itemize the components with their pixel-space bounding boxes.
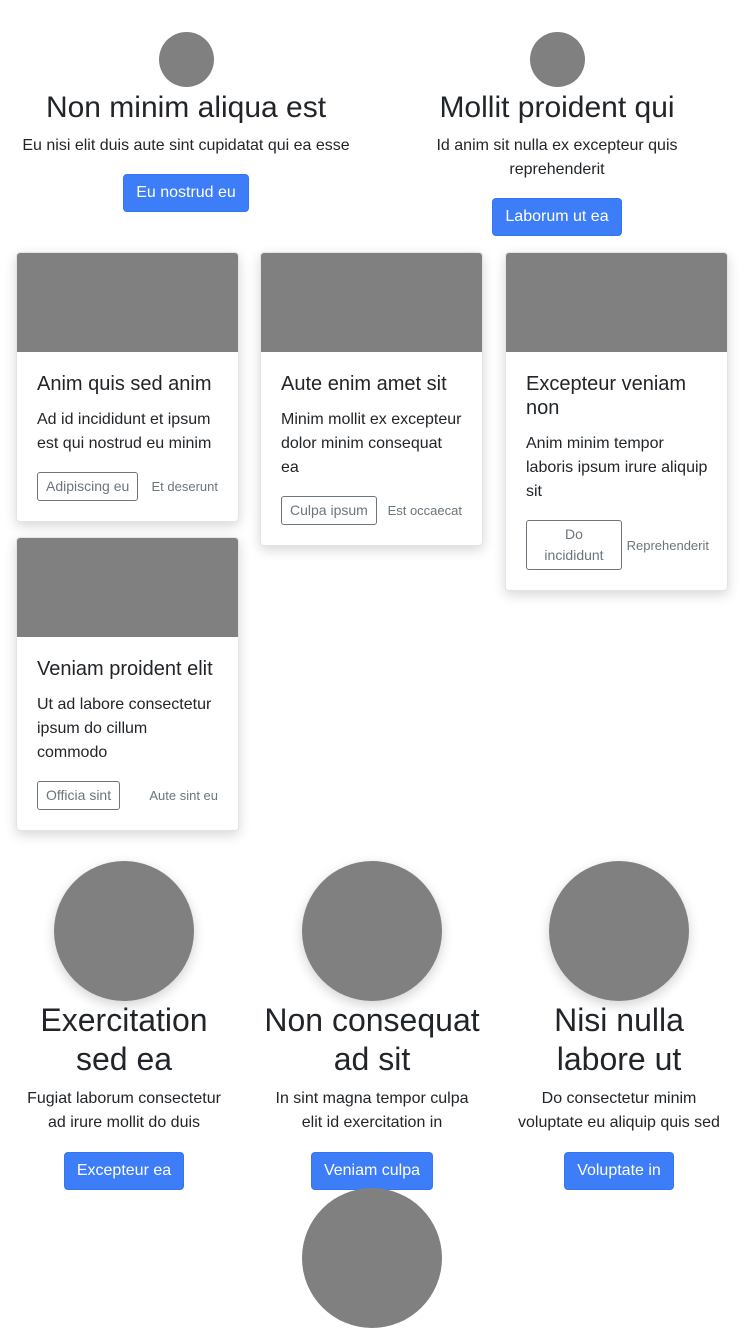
avatar: [54, 861, 194, 1001]
card-text: Ad id incididunt et ipsum est qui nostru…: [37, 411, 212, 452]
card-meta: Aute sint eu: [149, 788, 218, 803]
card: Excepteur veniam non Anim minim tempor l…: [505, 252, 728, 591]
card-meta: Reprehenderit: [626, 537, 709, 553]
card: Veniam proident elit Ut ad labore consec…: [16, 537, 239, 831]
avatar: [549, 861, 689, 1001]
feature-text: Eu nisi elit duis aute sint cupidatat qu…: [22, 137, 350, 154]
feature-block: Exercitation sed ea Fugiat laborum conse…: [0, 861, 248, 1190]
feature-button[interactable]: Laborum ut ea: [492, 198, 622, 236]
feature-button[interactable]: Voluptate in: [564, 1152, 674, 1190]
feature-text: Id anim sit nulla ex excepteur quis repr…: [436, 137, 678, 178]
feature-button[interactable]: Excepteur ea: [63, 1152, 185, 1190]
feature-block: Nisi nulla labore ut Do consectetur mini…: [495, 861, 743, 1190]
feature-title: Non minim aliqua est: [45, 91, 327, 124]
card-text: Ut ad labore consectetur ipsum do cillum…: [37, 696, 212, 761]
card-meta: Et deserunt: [151, 479, 219, 494]
feature-button[interactable]: Veniam culpa: [310, 1152, 434, 1190]
feature-block: Non consequat ad sit In sint magna tempo…: [248, 861, 496, 1190]
feature-text: Do consectetur minim voluptate eu aliqui…: [518, 1090, 720, 1131]
feature-title: Nisi nulla labore ut: [554, 1002, 684, 1077]
card-title: Anim quis sed anim: [37, 373, 212, 395]
avatar: [302, 861, 442, 1001]
card-image: [17, 253, 238, 352]
card-title: Aute enim amet sit: [281, 373, 447, 395]
feature-block: Non minim aliqua est Eu nisi elit duis a…: [16, 32, 356, 212]
card-title: Excepteur veniam non: [526, 373, 687, 419]
card-button[interactable]: Do incididunt: [526, 520, 622, 570]
card: Aute enim amet sit Minim mollit ex excep…: [260, 252, 483, 546]
feature-button[interactable]: Eu nostrud eu: [123, 174, 249, 212]
card-image: [17, 538, 238, 637]
card-text: Anim minim tempor laboris ipsum irure al…: [526, 435, 708, 500]
avatar: [302, 1188, 442, 1328]
card-text: Minim mollit ex excepteur dolor minim co…: [281, 411, 462, 476]
feature-text: Fugiat laborum consectetur ad irure moll…: [27, 1090, 221, 1131]
card: Anim quis sed anim Ad id incididunt et i…: [16, 252, 239, 522]
feature-block: Mollit proident qui Id anim sit nulla ex…: [418, 32, 696, 236]
feature-title: Non consequat ad sit: [264, 1002, 480, 1077]
feature-text: In sint magna tempor culpa elit id exerc…: [275, 1090, 469, 1131]
feature-title: Mollit proident qui: [439, 91, 675, 124]
card-title: Veniam proident elit: [37, 658, 213, 680]
card-button[interactable]: Officia sint: [37, 781, 121, 810]
avatar: [158, 32, 214, 87]
feature-title: Exercitation sed ea: [40, 1002, 208, 1077]
avatar: [529, 32, 585, 87]
card-meta: Est occaecat: [387, 503, 462, 518]
card-button[interactable]: Culpa ipsum: [281, 496, 377, 525]
card-image: [506, 253, 727, 352]
card-image: [261, 253, 482, 352]
card-button[interactable]: Adipiscing eu: [37, 472, 139, 501]
